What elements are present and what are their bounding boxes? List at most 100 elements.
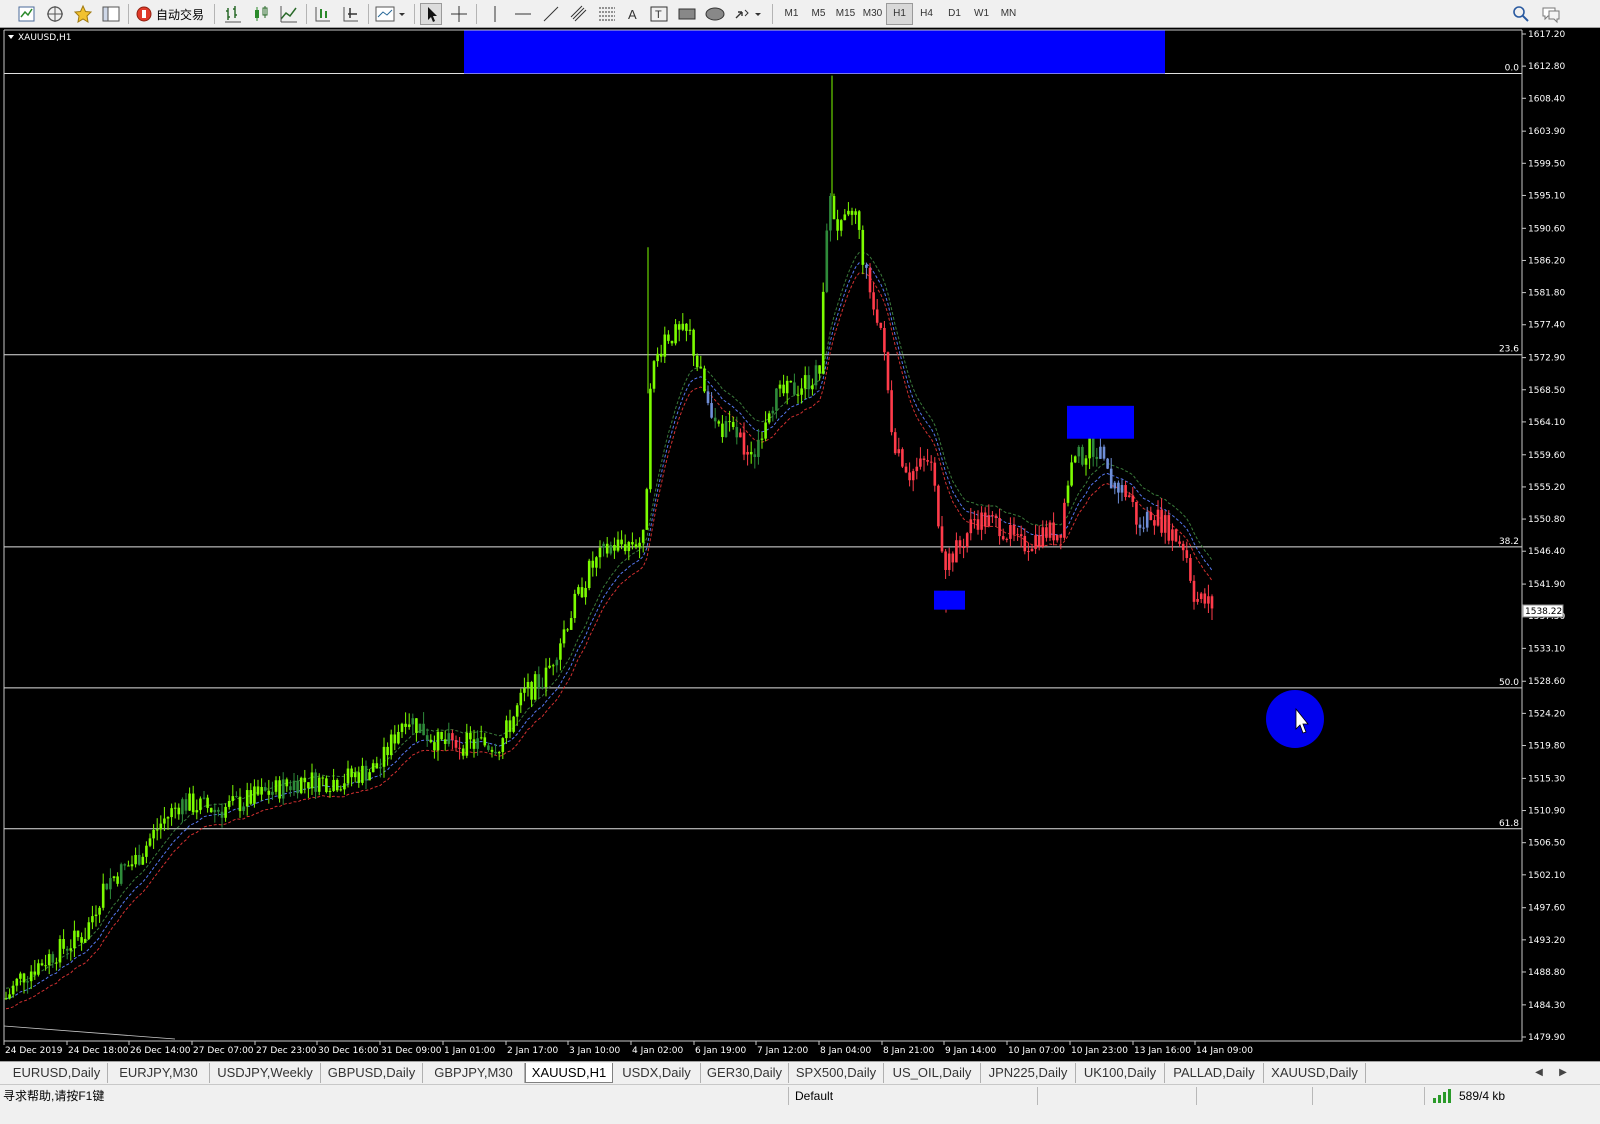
timeframe-m1[interactable]: M1 [778, 3, 805, 25]
chart-tab[interactable]: EURJPY,M30 [108, 1063, 210, 1083]
candle [901, 447, 904, 468]
terminal-icon[interactable] [100, 3, 122, 25]
trendline-icon[interactable] [540, 3, 562, 25]
time-tick-label: 27 Dec 07:00 [193, 1046, 254, 1056]
horizontal-line-icon[interactable] [512, 3, 534, 25]
highlight-box-top[interactable] [464, 30, 1165, 74]
chart-tab[interactable]: XAUUSD,Daily [1264, 1063, 1366, 1083]
price-tick-label: 1612.80 [1528, 62, 1565, 72]
status-profile[interactable]: Default [795, 1087, 833, 1105]
crosshair-icon[interactable] [448, 3, 470, 25]
timeframe-m15[interactable]: M15 [832, 3, 859, 25]
price-tick-label: 1502.10 [1528, 871, 1565, 881]
chart-tab[interactable]: GBPUSD,Daily [321, 1063, 423, 1083]
chart-tab[interactable]: JPN225,Daily [981, 1063, 1076, 1083]
time-tick-label: 14 Jan 09:00 [1196, 1046, 1253, 1056]
equidistant-channel-icon[interactable] [568, 3, 590, 25]
candle [1102, 444, 1106, 461]
arrows-dropdown[interactable] [732, 3, 764, 25]
fib-level-label: 0.0 [1505, 63, 1520, 73]
time-tick-label: 8 Jan 04:00 [820, 1046, 872, 1056]
price-tick-label: 1533.10 [1528, 644, 1565, 654]
price-tick-label: 1510.90 [1528, 807, 1565, 817]
price-tick-label: 1608.40 [1528, 94, 1565, 104]
text-tool-icon[interactable]: A [622, 3, 644, 25]
price-tick-label: 1484.30 [1528, 1001, 1565, 1011]
time-tick-label: 30 Dec 16:00 [318, 1046, 379, 1056]
tab-scroll-right-icon[interactable]: ▶ [1556, 1064, 1570, 1082]
line-chart-icon[interactable] [278, 3, 300, 25]
auto-trading-label: 自动交易 [156, 8, 205, 22]
chart-tab[interactable]: PALLAD,Daily [1165, 1063, 1264, 1083]
price-tick-label: 1568.50 [1528, 386, 1565, 396]
chart-tab[interactable]: XAUUSD,H1 [525, 1063, 613, 1083]
candle [1106, 457, 1109, 470]
fib-level-label: 23.6 [1499, 345, 1519, 355]
chart-tab[interactable]: US_OIL,Daily [884, 1063, 981, 1083]
price-tick-label: 1586.20 [1528, 256, 1565, 266]
status-traffic: 589/4 kb [1459, 1089, 1506, 1103]
candle [418, 723, 422, 734]
chart-background [0, 28, 1600, 1061]
chat-icon[interactable] [1540, 3, 1562, 25]
rectangle-tool-icon[interactable] [676, 3, 698, 25]
tab-scroll-left-icon[interactable]: ◀ [1532, 1064, 1546, 1082]
chart-tab[interactable]: EURUSD,Daily [6, 1063, 108, 1083]
chart-tab[interactable]: UK100,Daily [1076, 1063, 1165, 1083]
time-tick-label: 1 Jan 01:00 [444, 1046, 496, 1056]
chart-tab[interactable]: GER30,Daily [701, 1063, 789, 1083]
favorites-icon[interactable] [72, 3, 94, 25]
candle [587, 558, 591, 591]
chart-tab-bar: EURUSD,Daily EURJPY,M30 USDJPY,Weekly GBPUS… [0, 1061, 1600, 1084]
search-icon[interactable] [1510, 3, 1532, 25]
price-tick-label: 1590.60 [1528, 224, 1565, 234]
price-tick-label: 1519.80 [1528, 742, 1565, 752]
time-tick-label: 4 Jan 02:00 [632, 1046, 684, 1056]
candle [703, 365, 706, 394]
chart-tab[interactable]: USDJPY,Weekly [210, 1063, 321, 1083]
timeframe-mn[interactable]: MN [995, 3, 1022, 25]
time-tick-label: 13 Jan 16:00 [1134, 1046, 1191, 1056]
toolbar-separator [214, 4, 215, 24]
bar-chart-icon[interactable] [222, 3, 244, 25]
highlight-box-low[interactable] [934, 590, 965, 610]
highlight-box-peak[interactable] [1067, 405, 1134, 439]
price-chart[interactable]: 0.0 23.6 38.2 50.0 61.8 XAUUSD,H1 1617.20 161… [0, 28, 1600, 1061]
cursor-tool-icon[interactable] [420, 3, 442, 25]
candle [649, 383, 652, 493]
candle [937, 484, 940, 529]
timeframe-h1[interactable]: H1 [886, 3, 913, 25]
candle [1081, 444, 1084, 467]
chart-tab[interactable]: SPX500,Daily [789, 1063, 884, 1083]
ellipse-tool-icon[interactable] [704, 3, 726, 25]
status-separator [1312, 1087, 1313, 1105]
indicators-dropdown[interactable] [374, 3, 408, 25]
candle [1174, 528, 1178, 543]
zoom-in-icon[interactable] [312, 3, 334, 25]
timeframe-w1[interactable]: W1 [968, 3, 995, 25]
auto-trading-button[interactable]: 自动交易 [134, 3, 210, 25]
price-tick-label: 1603.90 [1528, 127, 1565, 137]
timeframe-d1[interactable]: D1 [941, 3, 968, 25]
navigator-icon[interactable] [44, 3, 66, 25]
zoom-out-icon[interactable] [340, 3, 362, 25]
fibonacci-icon[interactable] [596, 3, 618, 25]
timeframe-m5[interactable]: M5 [805, 3, 832, 25]
vertical-line-icon[interactable] [484, 3, 506, 25]
candle [573, 589, 577, 623]
new-chart-icon[interactable] [16, 3, 38, 25]
time-tick-label: 24 Dec 2019 [5, 1046, 63, 1056]
timeframe-h4[interactable]: H4 [913, 3, 940, 25]
candle [209, 807, 213, 813]
price-tick-label: 1555.20 [1528, 483, 1565, 493]
text-label-icon[interactable]: T [648, 3, 670, 25]
timeframe-m30[interactable]: M30 [859, 3, 886, 25]
chart-tab[interactable]: USDX,Daily [613, 1063, 701, 1083]
candle [105, 883, 109, 891]
toolbar-separator [476, 4, 477, 24]
time-tick-label: 9 Jan 14:00 [945, 1046, 997, 1056]
candlestick-icon[interactable] [250, 3, 272, 25]
time-tick-label: 3 Jan 10:00 [569, 1046, 621, 1056]
current-price-label: 1538.22 [1525, 607, 1562, 617]
chart-tab[interactable]: GBPJPY,M30 [423, 1063, 525, 1083]
